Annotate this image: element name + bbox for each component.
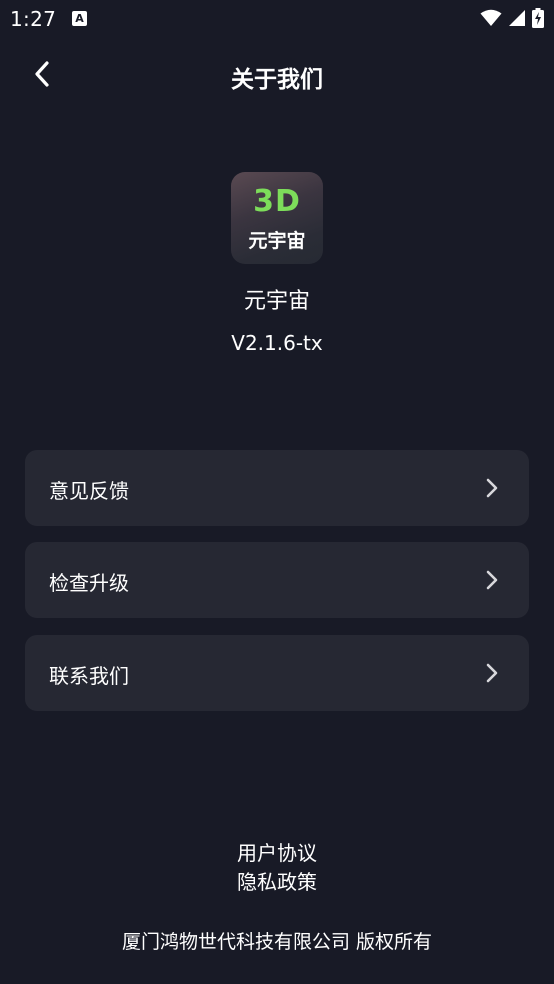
menu-item-label: 联系我们 [49, 664, 129, 688]
user-agreement-link[interactable]: 用户协议 [0, 837, 554, 866]
menu-item-contact-us[interactable]: 联系我们 [25, 635, 529, 711]
status-icons [480, 8, 544, 28]
menu-item-check-update[interactable]: 检查升级 [25, 542, 529, 618]
about-us-screen: 1:27 A 关于我们 3D 元宇宙 元宇宙 V2.1.6-tx 意见反馈 检查… [0, 0, 554, 984]
wifi-icon [480, 9, 502, 26]
app-logo-name-text: 元宇宙 [248, 230, 306, 252]
page-title: 关于我们 [231, 67, 323, 93]
signal-icon [509, 10, 525, 26]
app-version: V2.1.6-tx [231, 331, 323, 355]
chevron-right-icon [486, 478, 498, 498]
copyright-text: 厦门鸿物世代科技有限公司 版权所有 [121, 931, 433, 953]
menu-item-feedback[interactable]: 意见反馈 [25, 450, 529, 526]
chevron-right-icon [486, 663, 498, 683]
notification-a-icon: A [72, 11, 87, 26]
app-logo: 3D 元宇宙 [231, 172, 323, 264]
menu-item-label: 检查升级 [49, 571, 129, 595]
privacy-policy-link[interactable]: 隐私政策 [0, 866, 554, 895]
menu-item-label: 意见反馈 [49, 479, 129, 503]
app-logo-3d-text: 3D [253, 184, 301, 219]
battery-charging-icon [532, 8, 544, 28]
app-name: 元宇宙 [243, 289, 310, 314]
status-time: 1:27 [10, 7, 57, 31]
header: 关于我们 [0, 50, 554, 98]
status-bar: 1:27 A [0, 0, 554, 38]
chevron-right-icon [486, 570, 498, 590]
